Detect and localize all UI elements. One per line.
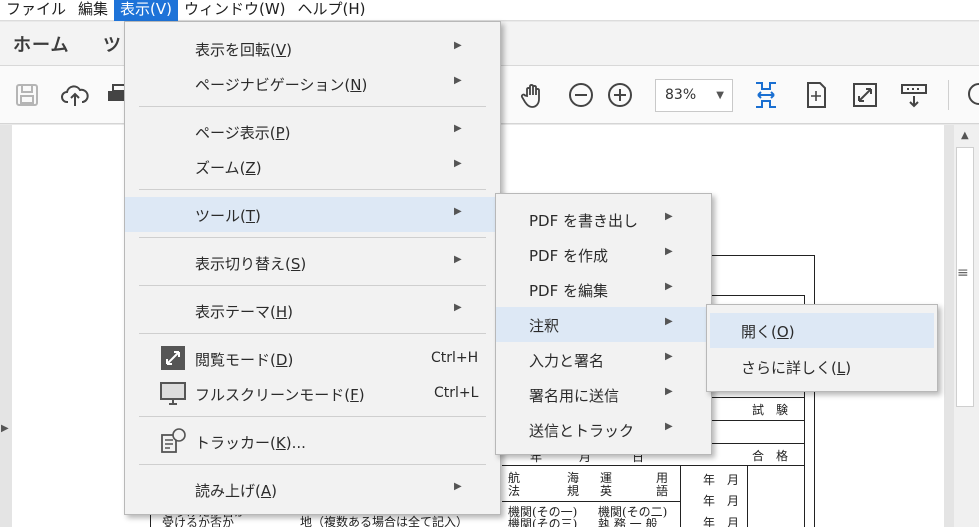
cell-shiken: 試 験: [752, 403, 789, 417]
menu-item-rotate-view[interactable]: 表示を回転(V) ▶: [125, 31, 500, 66]
zoom-level-select[interactable]: 83% ▼: [655, 79, 733, 112]
menu-item-tools[interactable]: ツール(T) ▶: [125, 197, 500, 232]
cell-kai: 海: [567, 471, 580, 485]
submenu-arrow-icon: ▶: [665, 211, 673, 222]
read-mode-icon[interactable]: [899, 80, 929, 110]
cell-nengetsu-3: 年 月: [703, 516, 740, 527]
submenu-arrow-icon: ▶: [454, 40, 462, 51]
menu-separator: [139, 285, 486, 286]
menu-view[interactable]: 表示(V): [114, 0, 178, 21]
cell-goukaku: 合 格: [752, 449, 789, 463]
menu-file[interactable]: ファイル: [0, 0, 72, 21]
menu-item-full-screen-mode[interactable]: フルスクリーンモード(F) Ctrl+L: [125, 376, 500, 411]
menu-item-display-theme[interactable]: 表示テーマ(H) ▶: [125, 293, 500, 328]
menu-window[interactable]: ウィンドウ(W): [178, 0, 292, 21]
full-screen-icon[interactable]: [850, 80, 880, 110]
menu-separator: [139, 106, 486, 107]
cell-nengetsu-1: 年 月: [703, 473, 740, 487]
menu-separator: [139, 237, 486, 238]
fit-page-icon[interactable]: [801, 80, 831, 110]
view-menu: 表示を回転(V) ▶ ページナビゲーション(N) ▶ ページ表示(P) ▶ ズー…: [124, 21, 501, 515]
scroll-grip-icon: ≡: [957, 265, 969, 281]
submenu-arrow-icon: ▶: [665, 316, 673, 327]
cell-go: 語: [656, 484, 669, 498]
menu-item-export-pdf[interactable]: PDF を書き出し ▶: [496, 202, 711, 237]
comment-submenu: 開く(O) さらに詳しく(L): [706, 304, 938, 392]
submenu-arrow-icon: ▶: [665, 351, 673, 362]
cell-shitsumu: 執 務 一 般: [598, 517, 658, 527]
monitor-icon: [160, 380, 186, 406]
menu-item-comment[interactable]: 注釈 ▶: [496, 307, 711, 342]
cell-nengetsu-2: 年 月: [703, 494, 740, 508]
cell-un: 運: [600, 471, 613, 485]
submenu-arrow-icon: ▶: [454, 158, 462, 169]
menu-help[interactable]: ヘルプ(H): [292, 0, 372, 21]
cloud-upload-icon[interactable]: [60, 80, 90, 110]
cell-ki: 規: [567, 484, 580, 498]
menu-item-read-mode[interactable]: 閲覧モード(D) Ctrl+H: [125, 341, 500, 376]
tab-home[interactable]: ホーム: [13, 31, 69, 57]
submenu-arrow-icon: ▶: [454, 206, 462, 217]
zoom-value: 83%: [665, 87, 697, 103]
menu-edit[interactable]: 編集: [72, 0, 114, 21]
menu-item-page-display[interactable]: ページ表示(P) ▶: [125, 114, 500, 149]
menu-item-send-for-signature[interactable]: 署名用に送信 ▶: [496, 377, 711, 412]
cell-you: 用: [656, 471, 669, 485]
cell-ei: 英: [600, 484, 613, 498]
submenu-arrow-icon: ▶: [454, 254, 462, 265]
menu-item-edit-pdf[interactable]: PDF を編集 ▶: [496, 272, 711, 307]
menu-bar: ファイル 編集 表示(V) ウィンドウ(W) ヘルプ(H): [0, 0, 979, 21]
tracker-icon: [160, 428, 186, 454]
page-left-arrow-icon[interactable]: ▶: [1, 423, 9, 434]
comment-icon[interactable]: [964, 80, 979, 110]
save-icon[interactable]: [12, 80, 42, 110]
menu-item-read-aloud[interactable]: 読み上げ(A) ▶: [125, 472, 500, 507]
submenu-arrow-icon: ▶: [665, 246, 673, 257]
submenu-arrow-icon: ▶: [454, 123, 462, 134]
menu-item-zoom[interactable]: ズーム(Z) ▶: [125, 149, 500, 184]
fit-width-icon[interactable]: [751, 80, 781, 110]
menu-item-send-and-track[interactable]: 送信とトラック ▶: [496, 412, 711, 447]
submenu-arrow-icon: ▶: [454, 481, 462, 492]
menu-separator: [139, 416, 486, 417]
zoom-in-icon[interactable]: [605, 80, 635, 110]
menu-item-fill-sign[interactable]: 入力と署名 ▶: [496, 342, 711, 377]
submenu-arrow-icon: ▶: [665, 386, 673, 397]
shortcut-label: Ctrl+H: [431, 350, 479, 366]
menu-separator: [139, 333, 486, 334]
menu-item-tracker[interactable]: トラッカー(K)...: [125, 424, 500, 459]
hand-tool-icon[interactable]: [518, 80, 548, 110]
cell-kou: 航: [508, 471, 521, 485]
chevron-down-icon: ▼: [716, 90, 724, 101]
menu-item-show-hide[interactable]: 表示切り替え(S) ▶: [125, 245, 500, 280]
tab-tools[interactable]: ツ: [103, 31, 122, 57]
menu-item-page-navigation[interactable]: ページナビゲーション(N) ▶: [125, 66, 500, 101]
tools-submenu: PDF を書き出し ▶ PDF を作成 ▶ PDF を編集 ▶ 注釈 ▶ 入力と…: [495, 193, 712, 455]
zoom-out-icon[interactable]: [566, 80, 596, 110]
cell-hou: 法: [508, 484, 521, 498]
cell-partial-2: 地（複数ある場合は全て記入）: [300, 515, 469, 527]
read-mode-icon: [160, 345, 186, 371]
cell-kikan-3: 機関(その三): [508, 517, 578, 527]
submenu-arrow-icon: ▶: [454, 75, 462, 86]
submenu-arrow-icon: ▶: [665, 281, 673, 292]
menu-item-learn-more[interactable]: さらに詳しく(L): [707, 349, 937, 384]
toolbar-divider: [948, 80, 949, 110]
menu-item-create-pdf[interactable]: PDF を作成 ▶: [496, 237, 711, 272]
shortcut-label: Ctrl+L: [434, 385, 479, 401]
menu-separator: [139, 189, 486, 190]
submenu-arrow-icon: ▶: [454, 302, 462, 313]
menu-item-open[interactable]: 開く(O): [710, 313, 934, 348]
submenu-arrow-icon: ▶: [665, 421, 673, 432]
scroll-up-icon[interactable]: ▲: [961, 130, 969, 141]
vertical-scrollbar[interactable]: ▲ ≡: [954, 125, 979, 527]
cell-partial-3: 受けるか否か: [162, 516, 235, 527]
menu-separator: [139, 464, 486, 465]
